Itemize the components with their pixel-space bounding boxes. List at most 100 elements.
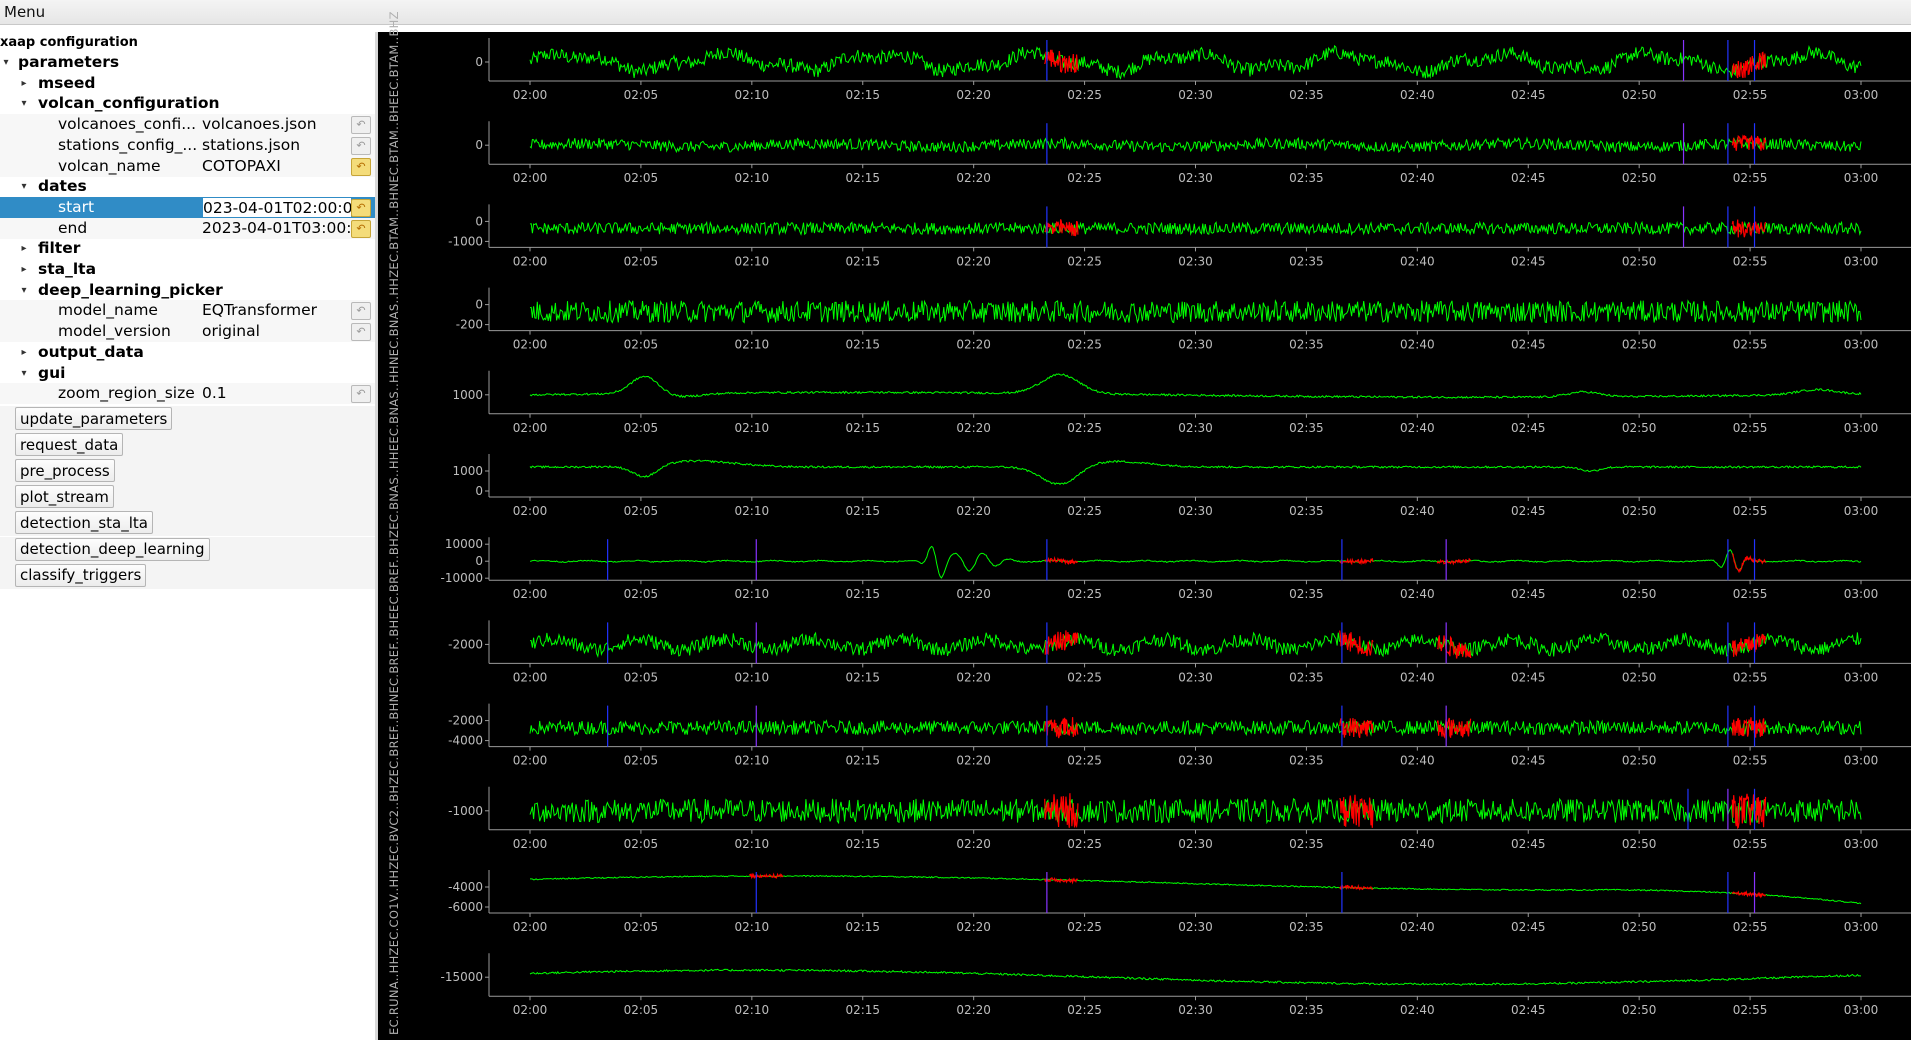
reset-default-icon[interactable]: ↶ bbox=[351, 385, 371, 404]
seismic-trace bbox=[529, 136, 1862, 154]
x-tick-label: 02:55 bbox=[1733, 587, 1768, 601]
x-tick-label: 02:10 bbox=[735, 254, 770, 268]
x-tick-label: 02:40 bbox=[1400, 254, 1435, 268]
reset-default-icon[interactable]: ↶ bbox=[351, 136, 371, 155]
x-tick-label: 02:50 bbox=[1622, 670, 1657, 684]
x-tick-label: 02:50 bbox=[1622, 920, 1657, 934]
tree-node-filter[interactable]: ▸ filter bbox=[0, 238, 375, 259]
expanded-arrow-icon[interactable]: ▾ bbox=[18, 93, 30, 114]
param-value-field[interactable]: EQTransformer bbox=[202, 300, 352, 321]
x-tick-label: 02:00 bbox=[513, 754, 548, 768]
x-tick-label: 02:15 bbox=[845, 754, 880, 768]
y-tick-label: -4000 bbox=[448, 880, 483, 894]
param-row-model-version[interactable]: model_version original ↶ bbox=[0, 321, 375, 343]
x-tick-label: 02:55 bbox=[1733, 837, 1768, 851]
param-value-field[interactable]: 0.1 bbox=[202, 383, 352, 404]
param-row-volcan-name[interactable]: volcan_name COTOPAXI ↶ bbox=[0, 155, 375, 177]
pre-process-button[interactable]: pre_process bbox=[15, 459, 115, 483]
tree-node-deep-learning-picker[interactable]: ▾ deep_learning_picker bbox=[0, 280, 375, 301]
menu-button[interactable]: Menu bbox=[4, 3, 45, 21]
plot-stream-button[interactable]: plot_stream bbox=[15, 485, 114, 509]
seismic-trace bbox=[529, 719, 1862, 737]
x-tick-label: 03:00 bbox=[1844, 1003, 1879, 1017]
y-tick-label: 0 bbox=[475, 554, 483, 568]
x-tick-label: 02:20 bbox=[956, 338, 991, 352]
x-tick-label: 02:10 bbox=[735, 171, 770, 185]
param-row-stations-config[interactable]: stations_config_... stations.json ↶ bbox=[0, 134, 375, 156]
y-tick-label: -4000 bbox=[448, 734, 483, 748]
action-row: detection_sta_lta bbox=[0, 510, 375, 537]
update-parameters-button[interactable]: update_parameters bbox=[15, 407, 173, 430]
reset-default-icon[interactable]: ↶ bbox=[351, 323, 371, 342]
reset-default-icon[interactable]: ↶ bbox=[351, 302, 371, 321]
param-row-volcanoes-confi[interactable]: volcanoes_confi... volcanoes.json ↶ bbox=[0, 114, 375, 136]
event-segment bbox=[1731, 219, 1767, 238]
tree-node-label: output_data bbox=[38, 342, 144, 361]
x-tick-label: 02:30 bbox=[1178, 1003, 1213, 1017]
reset-default-icon[interactable]: ↶ bbox=[351, 219, 371, 238]
event-segment bbox=[1044, 877, 1078, 885]
tree-node-label: volcan_configuration bbox=[38, 94, 220, 113]
x-tick-label: 02:05 bbox=[624, 338, 659, 352]
waveform-plots[interactable]: 0 02:00 02:05 02:10 02:15 02:20 02:25 02:30 02:3… bbox=[378, 32, 1911, 1040]
classify-triggers-button[interactable]: classify_triggers bbox=[15, 563, 147, 587]
tree-node-dates[interactable]: ▾ dates bbox=[0, 176, 375, 197]
seismic-trace bbox=[529, 968, 1862, 986]
reset-default-icon[interactable]: ↶ bbox=[351, 116, 371, 135]
x-tick-label: 02:35 bbox=[1289, 920, 1324, 934]
param-value-field[interactable]: original bbox=[202, 321, 352, 342]
x-tick-label: 02:20 bbox=[956, 421, 991, 435]
x-tick-label: 02:10 bbox=[735, 504, 770, 518]
x-tick-label: 02:10 bbox=[735, 88, 770, 102]
param-value-field[interactable]: 2023-04-01T03:00:( bbox=[202, 218, 352, 239]
x-tick-label: 02:20 bbox=[956, 587, 991, 601]
x-tick-label: 03:00 bbox=[1844, 254, 1879, 268]
param-row-start[interactable]: start 023-04-01T02:00:0(↶ bbox=[0, 196, 375, 218]
x-tick-label: 02:15 bbox=[845, 254, 880, 268]
collapsed-arrow-icon[interactable]: ▸ bbox=[18, 73, 30, 94]
x-tick-label: 02:30 bbox=[1178, 837, 1213, 851]
tree-node-sta-lta[interactable]: ▸ sta_lta bbox=[0, 259, 375, 280]
detection-deep-learning-button[interactable]: detection_deep_learning bbox=[15, 537, 210, 561]
expanded-arrow-icon[interactable]: ▾ bbox=[18, 176, 30, 197]
x-tick-label: 02:05 bbox=[624, 754, 659, 768]
x-tick-label: 02:45 bbox=[1511, 920, 1546, 934]
reset-default-icon[interactable]: ↶ bbox=[351, 157, 371, 176]
request-data-button[interactable]: request_data bbox=[15, 433, 124, 457]
reset-default-icon[interactable]: ↶ bbox=[351, 198, 371, 217]
tree-node-output-data[interactable]: ▸ output_data bbox=[0, 342, 375, 363]
x-tick-label: 03:00 bbox=[1844, 88, 1879, 102]
detection-sta-lta-button[interactable]: detection_sta_lta bbox=[15, 511, 153, 535]
tree-node-parameters[interactable]: ▾ parameters bbox=[0, 52, 375, 73]
x-tick-label: 03:00 bbox=[1844, 837, 1879, 851]
param-row-end[interactable]: end 2023-04-01T03:00:(↶ bbox=[0, 217, 375, 239]
collapsed-arrow-icon[interactable]: ▸ bbox=[18, 342, 30, 363]
x-tick-label: 02:25 bbox=[1067, 1003, 1102, 1017]
x-tick-label: 02:35 bbox=[1289, 754, 1324, 768]
configuration-panel: xaap configuration ▾ parameters ▸ mseed ▾ vol… bbox=[0, 32, 375, 1040]
param-value-field[interactable]: volcanoes.json bbox=[202, 114, 352, 135]
collapsed-arrow-icon[interactable]: ▸ bbox=[18, 259, 30, 280]
x-tick-label: 02:25 bbox=[1067, 421, 1102, 435]
x-tick-label: 02:05 bbox=[624, 837, 659, 851]
tree-node-gui[interactable]: ▾ gui bbox=[0, 363, 375, 384]
param-value-field[interactable]: stations.json bbox=[202, 135, 352, 156]
param-key: start bbox=[58, 197, 95, 216]
tree-node-mseed[interactable]: ▸ mseed bbox=[0, 73, 375, 94]
x-tick-label: 02:30 bbox=[1178, 504, 1213, 518]
x-tick-label: 02:15 bbox=[845, 1003, 880, 1017]
x-tick-label: 02:20 bbox=[956, 754, 991, 768]
x-tick-label: 02:55 bbox=[1733, 670, 1768, 684]
collapsed-arrow-icon[interactable]: ▸ bbox=[18, 238, 30, 259]
event-segment bbox=[1044, 49, 1079, 74]
param-value-field[interactable]: COTOPAXI bbox=[202, 156, 352, 177]
x-tick-label: 02:25 bbox=[1067, 754, 1102, 768]
param-row-model-name[interactable]: model_name EQTransformer ↶ bbox=[0, 300, 375, 322]
param-value-field[interactable]: 023-04-01T02:00:0( bbox=[202, 196, 352, 218]
expanded-arrow-icon[interactable]: ▾ bbox=[18, 363, 30, 384]
x-tick-label: 02:25 bbox=[1067, 88, 1102, 102]
tree-node-volcan-configuration[interactable]: ▾ volcan_configuration bbox=[0, 93, 375, 114]
param-row-zoom-region-size[interactable]: zoom_region_size 0.1 ↶ bbox=[0, 383, 375, 405]
expanded-arrow-icon[interactable]: ▾ bbox=[0, 52, 12, 73]
expanded-arrow-icon[interactable]: ▾ bbox=[18, 280, 30, 301]
